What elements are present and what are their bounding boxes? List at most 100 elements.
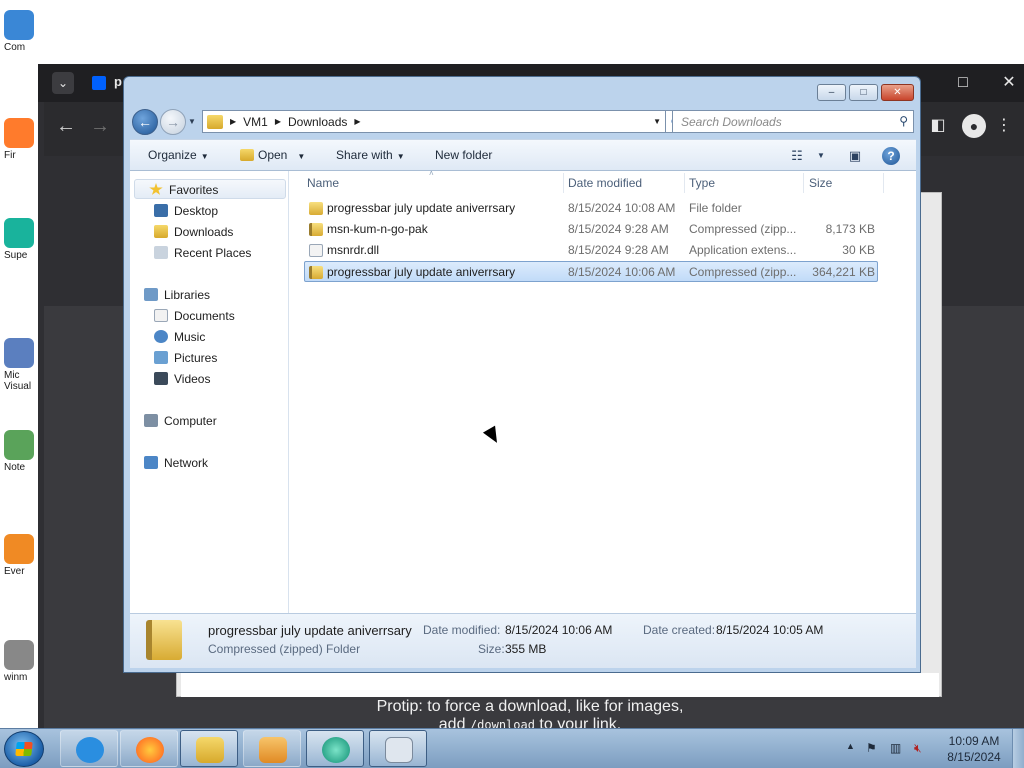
file-list: ˄ Name Date modified Type Size progressb… [289,169,916,613]
details-type: Compressed (zipped) Folder [208,642,361,656]
desktop-icon-everything[interactable]: Ever [4,534,38,577]
nav-music[interactable]: Music [154,327,205,347]
share-with-label: Share with [336,148,393,162]
nav-computer[interactable]: Computer [144,411,217,431]
internet-explorer-icon [76,737,104,763]
dropbox-icon [92,76,106,90]
column-type[interactable]: Type [689,171,715,195]
view-options-icon[interactable]: ☷ [786,146,808,166]
system-clock[interactable]: 10:09 AM 8/15/2024 [940,733,1008,765]
everything-icon [4,534,34,564]
taskbar-document-viewer[interactable] [369,730,427,767]
help-icon[interactable]: ? [882,147,900,165]
action-center-flag-icon[interactable]: ⚑ [866,741,877,755]
details-pane: progressbar july update aniverrsary Comp… [130,613,916,668]
volume-muted-icon[interactable]: 🔇︎ [914,741,922,756]
browser-maximize-button[interactable]: □ [948,72,978,94]
network-icon [144,456,158,469]
taskbar-file-explorer[interactable] [180,730,238,767]
desktop-icon-label: Supe [4,250,28,261]
minimize-button[interactable]: – [817,84,846,101]
nav-libraries[interactable]: Libraries [144,285,210,305]
search-input[interactable]: Search Downloads ⚲ [672,110,914,133]
nav-documents[interactable]: Documents [154,306,235,326]
view-chevron-icon[interactable]: ▼ [810,146,832,166]
nav-recent-places[interactable]: Recent Places [154,243,251,263]
link-input[interactable] [181,673,939,697]
recent-places-icon [154,246,168,259]
nav-desktop[interactable]: Desktop [154,201,218,221]
tab-search-chevron-icon[interactable]: ⌄ [52,72,74,94]
nav-network[interactable]: Network [144,453,208,473]
back-button[interactable]: ← [132,109,158,135]
browser-menu-icon[interactable]: ⋮ [992,114,1016,138]
column-divider[interactable] [883,173,884,193]
zip-folder-icon [309,266,323,279]
column-divider[interactable] [563,173,564,193]
desktop-icon-notepad[interactable]: Note [4,430,38,473]
windows-logo-icon [15,742,33,756]
side-panel-icon[interactable]: ◧ [926,114,950,138]
column-size[interactable]: Size [809,171,832,195]
taskbar-superbrowser[interactable] [306,730,364,767]
protip-line-1: Protip: to force a download, like for im… [376,698,684,715]
profile-avatar-icon[interactable]: ● [962,114,986,138]
breadcrumb-separator-icon[interactable]: ▶ [230,117,236,126]
desktop-icon-computer[interactable]: Com [4,10,38,53]
nav-videos[interactable]: Videos [154,369,210,389]
share-with-button[interactable]: Share with ▼ [336,148,405,162]
taskbar-firefox[interactable] [120,730,178,767]
browser-close-button[interactable]: ✕ [994,72,1024,94]
column-date-modified[interactable]: Date modified [568,171,642,195]
file-row[interactable]: msn-kum-n-go-pak 8/15/2024 9:28 AM Compr… [305,219,879,240]
open-button[interactable]: Open ▼ [240,148,305,162]
breadcrumb-vm1[interactable]: VM1 [243,115,268,129]
taskbar-media-player[interactable] [243,730,301,767]
taskbar-internet-explorer[interactable] [60,730,118,767]
browser-back-icon[interactable]: ← [54,114,78,138]
videos-icon [154,372,168,385]
desktop-icon-visual-studio[interactable]: Mic Visual [4,338,38,392]
nav-recent-places-label: Recent Places [174,246,252,260]
organize-button[interactable]: Organize ▼ [148,148,209,162]
start-button[interactable] [4,731,44,767]
breadcrumb-downloads[interactable]: Downloads [288,115,347,129]
file-row[interactable]: msnrdr.dll 8/15/2024 9:28 AM Application… [305,240,879,261]
address-history-chevron-icon[interactable]: ▼ [653,117,661,126]
column-divider[interactable] [684,173,685,193]
recent-pages-chevron-icon[interactable]: ▼ [188,117,196,126]
organize-label: Organize [148,148,197,162]
browser-forward-icon[interactable]: → [88,114,112,138]
explorer-titlebar[interactable]: – □ ✕ [124,77,920,107]
show-desktop-button[interactable] [1012,729,1024,768]
nav-favorites[interactable]: Favorites [134,179,286,199]
desktop-icon-winamp[interactable]: winm [4,640,38,683]
taskbar: ▲ ⚑ ▥ 🔇︎ 10:09 AM 8/15/2024 [0,728,1024,768]
nav-videos-label: Videos [174,372,211,386]
desktop-icon-firefox[interactable]: Fir [4,118,38,161]
show-hidden-icons-chevron-icon[interactable]: ▲ [846,741,855,751]
firefox-icon [136,737,164,763]
desktop-icon-superbrowser[interactable]: Supe [4,218,38,261]
maximize-button[interactable]: □ [849,84,878,101]
file-row-selected[interactable]: progressbar july update aniverrsary 8/15… [304,261,878,282]
file-row[interactable]: progressbar july update aniverrsary 8/15… [305,198,879,219]
breadcrumb-separator-icon[interactable]: ▶ [354,117,360,126]
details-date-created-label: Date created: [643,623,716,637]
chevron-down-icon: ▼ [297,152,306,161]
preview-pane-icon[interactable]: ▣ [844,146,866,166]
network-tray-icon[interactable]: ▥ [890,741,901,755]
computer-icon [4,10,34,40]
forward-button[interactable]: → [160,109,186,135]
column-name[interactable]: Name [307,171,339,195]
close-button[interactable]: ✕ [881,84,914,101]
nav-pictures[interactable]: Pictures [154,348,217,368]
details-name: progressbar july update aniverrsary [208,623,412,638]
column-divider[interactable] [803,173,804,193]
address-bar[interactable]: ▶ VM1 ▶ Downloads ▶ ▼ [202,110,666,133]
breadcrumb-separator-icon[interactable]: ▶ [275,117,281,126]
search-icon[interactable]: ⚲ [899,114,908,128]
tab-title[interactable]: p [114,74,122,89]
new-folder-button[interactable]: New folder [435,148,492,162]
nav-downloads[interactable]: Downloads [154,222,233,242]
